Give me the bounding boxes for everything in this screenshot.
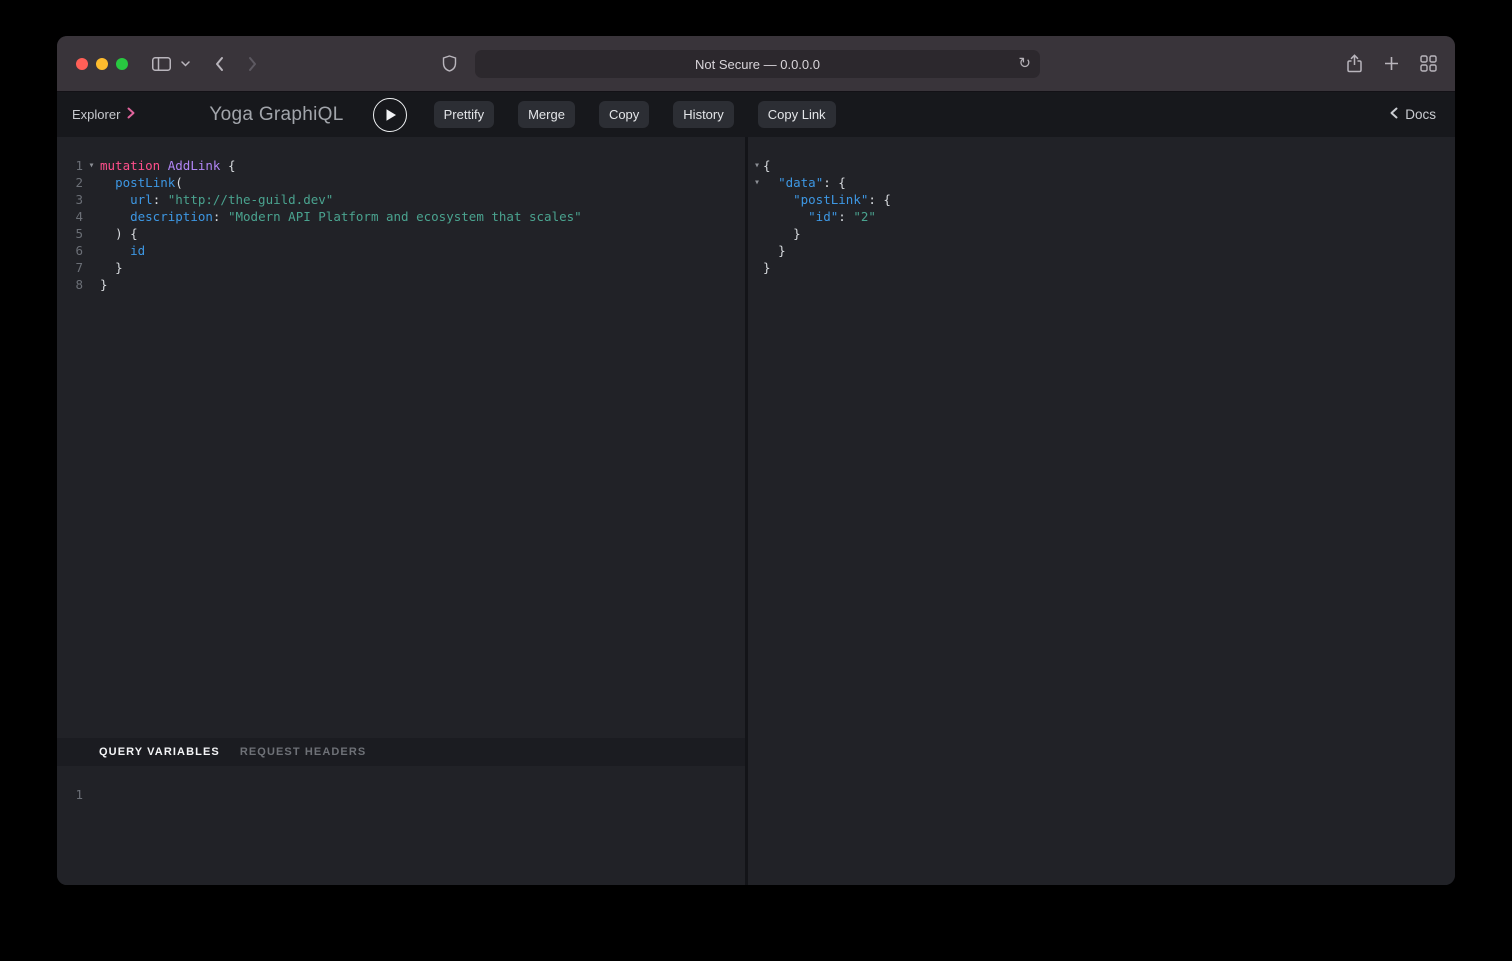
fold-arrow-icon[interactable]: ▾ <box>83 157 100 174</box>
fold-arrow-icon[interactable]: ▾ <box>751 174 763 191</box>
line-number: 3 <box>57 191 83 208</box>
fold-gutter <box>83 208 100 225</box>
yoga-graphiql-logo: Yoga GraphiQL <box>209 104 343 126</box>
code-text: } <box>100 276 108 293</box>
query-editor[interactable]: 1▾mutation AddLink {2 postLink(3 url: "h… <box>57 137 745 738</box>
fold-gutter <box>751 208 763 225</box>
fold-gutter <box>83 225 100 242</box>
code-line: 7 } <box>57 259 745 276</box>
merge-button[interactable]: Merge <box>518 101 575 128</box>
code-text: "postLink": { <box>763 191 891 208</box>
tab-overview-icon[interactable] <box>1420 55 1437 72</box>
response-viewer: ▾{▾ "data": { "postLink": { "id": "2" } … <box>748 137 1455 885</box>
code-line: 1 <box>57 786 745 803</box>
fold-gutter <box>83 786 100 803</box>
fold-gutter <box>751 259 763 276</box>
chevron-down-icon[interactable] <box>181 61 190 67</box>
line-number: 7 <box>57 259 83 276</box>
code-text: } <box>763 242 786 259</box>
fold-gutter <box>83 259 100 276</box>
graphiql-toolbar: Explorer Yoga GraphiQL Prettify Merge Co… <box>57 92 1455 137</box>
line-number: 2 <box>57 174 83 191</box>
code-line: 2 postLink( <box>57 174 745 191</box>
code-text: id <box>100 242 145 259</box>
fold-gutter <box>751 225 763 242</box>
code-line: 8} <box>57 276 745 293</box>
close-window-button[interactable] <box>76 58 88 70</box>
code-text: mutation AddLink { <box>100 157 236 174</box>
tab-query-variables[interactable]: QUERY VARIABLES <box>99 746 220 758</box>
code-text: { <box>763 157 771 174</box>
fold-gutter <box>83 242 100 259</box>
execute-query-button[interactable] <box>373 98 407 132</box>
code-line: "id": "2" <box>751 208 1455 225</box>
code-line: 1▾mutation AddLink { <box>57 157 745 174</box>
code-line: } <box>751 259 1455 276</box>
variables-tab-bar: QUERY VARIABLES REQUEST HEADERS <box>57 738 745 766</box>
address-bar[interactable]: Not Secure — 0.0.0.0 ↻ <box>475 50 1040 78</box>
query-variables-editor[interactable]: 1 <box>57 766 745 885</box>
code-line: ▾ "data": { <box>751 174 1455 191</box>
prettify-button[interactable]: Prettify <box>434 101 494 128</box>
explorer-toggle[interactable]: Explorer <box>72 106 135 124</box>
reload-icon[interactable]: ↻ <box>1018 54 1031 72</box>
code-line: "postLink": { <box>751 191 1455 208</box>
browser-chrome: Not Secure — 0.0.0.0 ↻ <box>57 36 1455 92</box>
forward-icon[interactable] <box>248 56 258 72</box>
code-text: postLink( <box>100 174 183 191</box>
code-text: } <box>100 259 123 276</box>
fold-gutter <box>751 191 763 208</box>
chevron-left-icon <box>1390 106 1398 124</box>
docs-label: Docs <box>1405 107 1436 122</box>
code-line: } <box>751 225 1455 242</box>
code-line: 5 ) { <box>57 225 745 242</box>
fold-gutter <box>83 276 100 293</box>
code-text: } <box>763 225 801 242</box>
share-icon[interactable] <box>1346 54 1363 74</box>
line-number: 1 <box>57 157 83 174</box>
line-number: 8 <box>57 276 83 293</box>
main-split: 1▾mutation AddLink {2 postLink(3 url: "h… <box>57 137 1455 885</box>
code-line: ▾{ <box>751 157 1455 174</box>
chevron-right-icon <box>127 106 135 124</box>
line-number: 1 <box>57 786 83 803</box>
tab-request-headers[interactable]: REQUEST HEADERS <box>240 746 367 758</box>
code-text: "data": { <box>763 174 846 191</box>
traffic-lights <box>76 58 128 70</box>
address-bar-text: Not Secure — 0.0.0.0 <box>695 57 820 72</box>
editor-pane: 1▾mutation AddLink {2 postLink(3 url: "h… <box>57 137 748 885</box>
fold-gutter <box>751 242 763 259</box>
fold-gutter <box>83 191 100 208</box>
code-text: } <box>763 259 771 276</box>
back-icon[interactable] <box>214 56 224 72</box>
new-tab-icon[interactable] <box>1384 56 1399 71</box>
code-line: 6 id <box>57 242 745 259</box>
code-text: ) { <box>100 225 138 242</box>
copy-button[interactable]: Copy <box>599 101 649 128</box>
line-number: 4 <box>57 208 83 225</box>
copy-link-button[interactable]: Copy Link <box>758 101 836 128</box>
docs-toggle[interactable]: Docs <box>1390 106 1436 124</box>
sidebar-toggle-icon[interactable] <box>152 57 171 71</box>
line-number: 5 <box>57 225 83 242</box>
minimize-window-button[interactable] <box>96 58 108 70</box>
code-text: url: "http://the-guild.dev" <box>100 191 333 208</box>
play-icon <box>385 108 397 122</box>
zoom-window-button[interactable] <box>116 58 128 70</box>
fold-gutter <box>83 174 100 191</box>
code-text: description: "Modern API Platform and ec… <box>100 208 582 225</box>
history-button[interactable]: History <box>673 101 733 128</box>
shield-icon[interactable] <box>442 55 457 72</box>
code-line: } <box>751 242 1455 259</box>
code-line: 3 url: "http://the-guild.dev" <box>57 191 745 208</box>
browser-window: Not Secure — 0.0.0.0 ↻ Explorer Yoga Gra… <box>57 36 1455 885</box>
toolbar-buttons: Prettify Merge Copy History Copy Link <box>434 101 836 128</box>
fold-arrow-icon[interactable]: ▾ <box>751 157 763 174</box>
explorer-label: Explorer <box>72 107 120 122</box>
line-number: 6 <box>57 242 83 259</box>
code-text: "id": "2" <box>763 208 876 225</box>
code-line: 4 description: "Modern API Platform and … <box>57 208 745 225</box>
